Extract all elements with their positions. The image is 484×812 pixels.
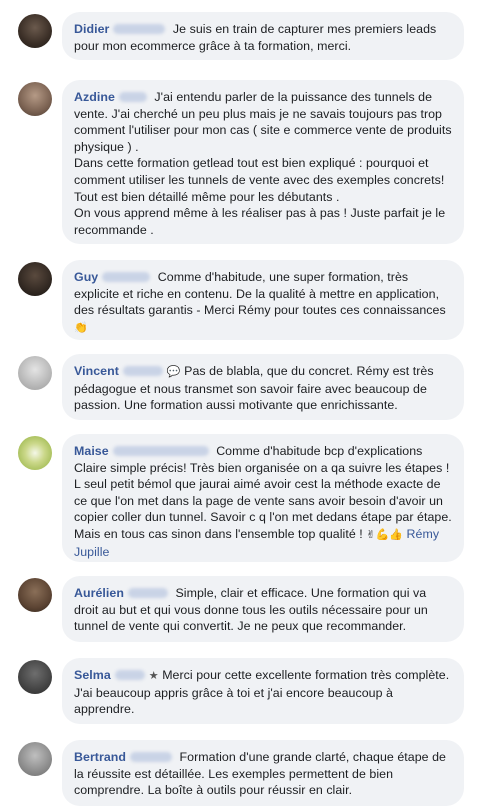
- commenter-name[interactable]: Azdine: [74, 90, 115, 104]
- avatar[interactable]: [18, 660, 52, 694]
- comment-bubble: Guy Comme d'habitude, une super formatio…: [62, 260, 464, 340]
- blurred-surname: [127, 587, 168, 598]
- comment-text: Comme d'habitude bcp d'explications Clai…: [74, 444, 452, 541]
- commenter-name[interactable]: Guy: [74, 270, 98, 284]
- reaction-emojis: ✌💪👍: [366, 527, 404, 541]
- commenter-name[interactable]: Maise: [74, 444, 109, 458]
- comment-bubble: Didier Je suis en train de capturer mes …: [62, 12, 464, 60]
- comment-bubble: Vincent 💬 Pas de blabla, que du concret. …: [62, 354, 464, 420]
- blurred-surname: [114, 669, 145, 680]
- commenter-name[interactable]: Bertrand: [74, 750, 126, 764]
- commenter-name[interactable]: Vincent: [74, 364, 119, 378]
- blurred-surname: [130, 751, 173, 762]
- commenter-name[interactable]: Didier: [74, 22, 109, 36]
- blurred-surname: [122, 365, 163, 376]
- avatar[interactable]: [18, 436, 52, 470]
- speech-bubble-icon: 💬: [166, 365, 181, 378]
- avatar[interactable]: [18, 262, 52, 296]
- avatar[interactable]: [18, 82, 52, 116]
- comment-bubble: Azdine J'ai entendu parler de la puissan…: [62, 80, 464, 244]
- commenter-name[interactable]: Aurélien: [74, 586, 124, 600]
- blurred-surname: [113, 23, 166, 34]
- avatar[interactable]: [18, 578, 52, 612]
- comment-text: J'ai entendu parler de la puissance des …: [74, 90, 452, 237]
- comment-bubble: Maise Comme d'habitude bcp d'explication…: [62, 434, 464, 562]
- star-icon: ★: [148, 669, 159, 682]
- commenter-name[interactable]: Selma: [74, 668, 111, 682]
- clap-emoji: 👏: [74, 320, 88, 334]
- avatar[interactable]: [18, 14, 52, 48]
- comment-bubble: Aurélien Simple, clair et efficace. Une …: [62, 576, 464, 642]
- blurred-surname: [102, 271, 151, 282]
- comment-feed: Didier Je suis en train de capturer mes …: [0, 0, 484, 812]
- comment-bubble: Selma ★ Merci pour cette excellente forma…: [62, 658, 464, 724]
- blurred-surname: [112, 445, 209, 456]
- avatar[interactable]: [18, 356, 52, 390]
- avatar[interactable]: [18, 742, 52, 776]
- comment-bubble: Bertrand Formation d'une grande clarté, …: [62, 740, 464, 806]
- blurred-surname: [118, 91, 147, 102]
